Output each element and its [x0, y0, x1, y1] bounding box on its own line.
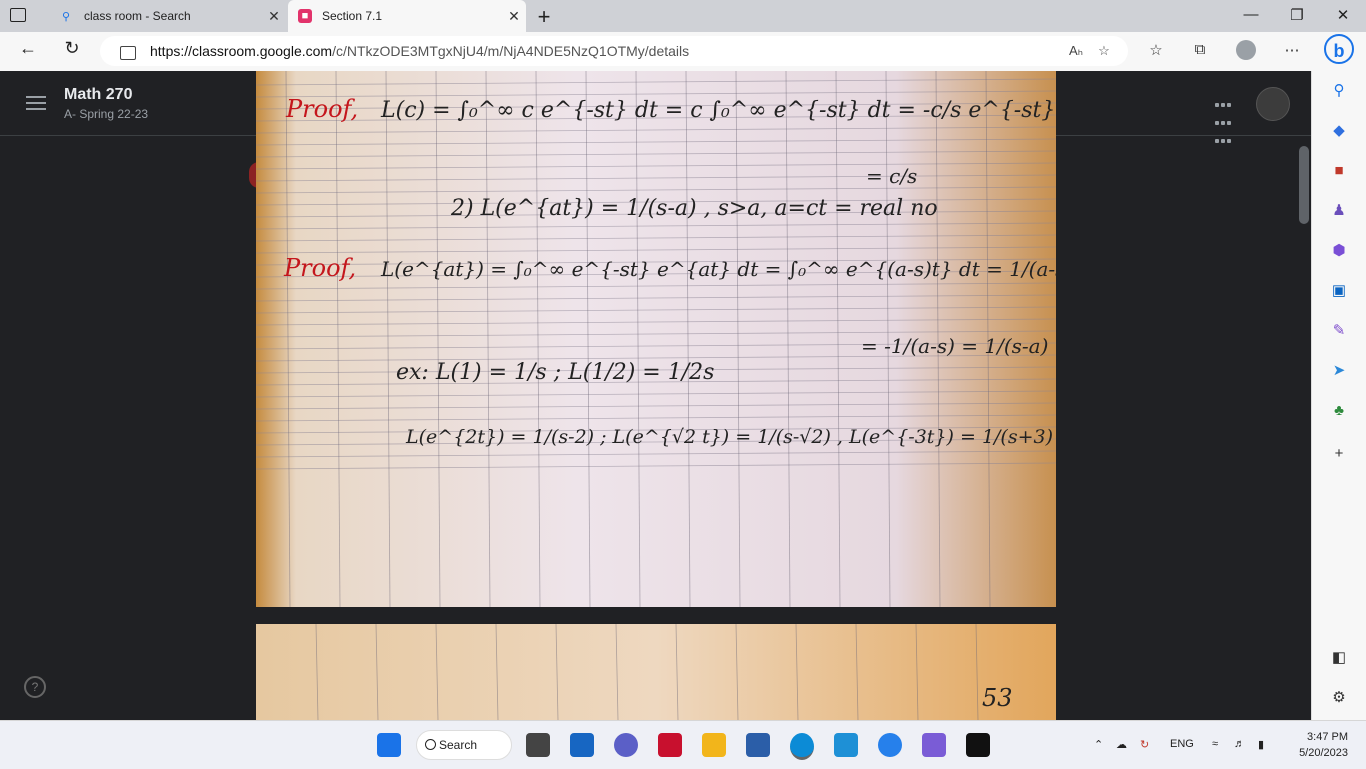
tree-icon[interactable]: ♣ — [1328, 400, 1350, 422]
bing-chat-icon[interactable]: b — [1324, 34, 1354, 64]
taskbar-search-label: Search — [439, 738, 478, 752]
lock-icon[interactable] — [120, 46, 136, 60]
page-number: 53 — [982, 684, 1013, 712]
games-icon[interactable]: ♟ — [1328, 200, 1350, 222]
notebook-photo-2[interactable]: 53 — [256, 624, 1056, 720]
volume-icon[interactable]: ♬ — [1234, 738, 1245, 750]
back-icon[interactable]: ← — [14, 38, 42, 59]
new-tab-icon[interactable]: + — [532, 4, 556, 30]
clock-date: 5/20/2023 — [1299, 747, 1348, 759]
navigation-bar: ← ↻ https://classroom.google.com/c/NTkzO… — [0, 32, 1366, 72]
refresh-icon[interactable]: ↻ — [58, 38, 86, 59]
taskbar: Search ⌃ ☁ ↻ ENG ≈ ♬ ▮ 3:47 PM 5/20/2023 — [0, 720, 1366, 769]
tab-actions-icon[interactable] — [10, 8, 26, 22]
sync-icon[interactable]: ↻ — [1140, 738, 1149, 751]
battery-icon[interactable]: ▮ — [1258, 738, 1264, 751]
tab-title: class room - Search — [84, 9, 191, 23]
collections-icon[interactable]: ⧉ — [1188, 41, 1212, 58]
edge-icon[interactable] — [790, 733, 814, 760]
note-line-5: L(e^{2t}) = 1/(s-2) ; L(e^{√2 t}) = 1/(s… — [405, 426, 1056, 448]
store-icon[interactable] — [746, 733, 770, 757]
read-aloud-icon[interactable]: Aₕ — [1062, 43, 1090, 59]
close-icon[interactable]: ✕ — [262, 8, 286, 25]
microsoft365-icon[interactable]: ⬢ — [1328, 240, 1350, 262]
note-line-1: L(c) = ∫₀^∞ c e^{-st} dt = c ∫₀^∞ e^{-st… — [380, 98, 1056, 123]
clock[interactable]: 3:47 PM 5/20/2023 — [1286, 729, 1348, 761]
start-icon[interactable] — [377, 733, 401, 757]
add-favorite-icon[interactable]: ☆ — [1090, 43, 1118, 59]
note-line-4: ex: L(1) = 1/s ; L(1/2) = 1/2s — [396, 360, 714, 385]
url-text[interactable]: https://classroom.google.com/c/NTkzODE3M… — [150, 43, 1062, 59]
minimize-icon[interactable]: — — [1236, 6, 1266, 23]
chat-icon[interactable] — [614, 733, 638, 757]
note-line-3b: = -1/(a-s) = 1/(s-a) — [861, 334, 1048, 358]
tab-search[interactable]: ⚲ class room - Search ✕ — [46, 0, 286, 32]
mcafee-icon[interactable] — [658, 733, 682, 757]
google-apps-icon[interactable] — [1214, 95, 1232, 143]
search-icon — [425, 739, 436, 750]
myhp-icon[interactable] — [834, 733, 858, 757]
note-line-3: L(e^{at}) = ∫₀^∞ e^{-st} e^{at} dt = ∫₀^… — [380, 257, 1056, 282]
wifi-icon[interactable]: ≈ — [1212, 738, 1218, 750]
course-title[interactable]: Math 270 — [64, 86, 132, 104]
main-menu-icon[interactable] — [26, 96, 46, 110]
sidebar-toggle-icon[interactable]: ◧ — [1328, 647, 1350, 669]
add-icon[interactable]: + — [1328, 443, 1350, 465]
course-subtitle: A- Spring 22-23 — [64, 107, 149, 121]
proof-label-1: Proof, — [285, 95, 358, 123]
help-app-icon[interactable] — [878, 733, 902, 757]
search-icon[interactable]: ⚲ — [1328, 80, 1350, 102]
task-view-icon[interactable] — [526, 733, 550, 757]
address-bar[interactable]: https://classroom.google.com/c/NTkzODE3M… — [100, 36, 1128, 66]
settings-icon[interactable]: ⚙ — [1328, 687, 1350, 709]
show-hidden-icons[interactable]: ⌃ — [1094, 738, 1103, 751]
profile-avatar[interactable] — [1236, 40, 1256, 60]
classroom-icon: ■ — [298, 9, 312, 23]
designer-icon[interactable]: ✎ — [1328, 320, 1350, 342]
proof-label-2: Proof, — [283, 254, 356, 282]
classroom-page: Math 270 A- Spring 22-23 Proof, L(c) = ∫… — [0, 71, 1311, 720]
clock-time: 3:47 PM — [1307, 731, 1348, 743]
shopping-tag-icon[interactable]: ◆ — [1328, 120, 1350, 142]
close-window-icon[interactable]: ✕ — [1328, 6, 1358, 24]
close-icon[interactable]: ✕ — [502, 8, 526, 25]
note-line-1b: = c/s — [866, 164, 917, 188]
file-explorer-icon[interactable] — [702, 733, 726, 757]
send-icon[interactable]: ➤ — [1328, 360, 1350, 382]
notebook-lines-2: 53 — [315, 624, 1013, 720]
favorites-icon[interactable]: ☆ — [1144, 41, 1168, 59]
note-line-2: 2) L(e^{at}) = 1/(s-a) , s>a, a=ct = rea… — [450, 196, 938, 221]
copilot-icon[interactable] — [922, 733, 946, 757]
help-icon[interactable]: ? — [24, 676, 46, 698]
restore-icon[interactable]: ❐ — [1282, 6, 1312, 24]
widgets-icon[interactable] — [570, 733, 594, 757]
page-scrollbar[interactable] — [1299, 146, 1309, 224]
notebook-photo[interactable]: Proof, L(c) = ∫₀^∞ c e^{-st} dt = c ∫₀^∞… — [256, 71, 1056, 607]
app-icon[interactable] — [966, 733, 990, 757]
onedrive-icon[interactable]: ☁ — [1116, 738, 1127, 751]
tab-section[interactable]: ■ Section 7.1 ✕ — [288, 0, 526, 32]
tab-title: Section 7.1 — [322, 9, 383, 23]
toolbox-icon[interactable]: ■ — [1328, 160, 1350, 182]
notebook-lines: Proof, L(c) = ∫₀^∞ c e^{-st} dt = c ∫₀^∞… — [256, 71, 1056, 607]
tab-strip: ⚲ class room - Search ✕ ■ Section 7.1 ✕ … — [0, 0, 1366, 32]
search-icon: ⚲ — [61, 10, 71, 23]
account-avatar[interactable] — [1256, 87, 1290, 121]
language-indicator[interactable]: ENG — [1170, 738, 1194, 750]
taskbar-search[interactable]: Search — [416, 730, 512, 760]
edge-sidebar: ⚲ ◆ ■ ♟ ⬢ ▣ ✎ ➤ ♣ + ◧ ⚙ — [1311, 71, 1366, 720]
more-options-icon[interactable]: ⋯ — [1280, 41, 1304, 59]
outlook-icon[interactable]: ▣ — [1328, 280, 1350, 302]
